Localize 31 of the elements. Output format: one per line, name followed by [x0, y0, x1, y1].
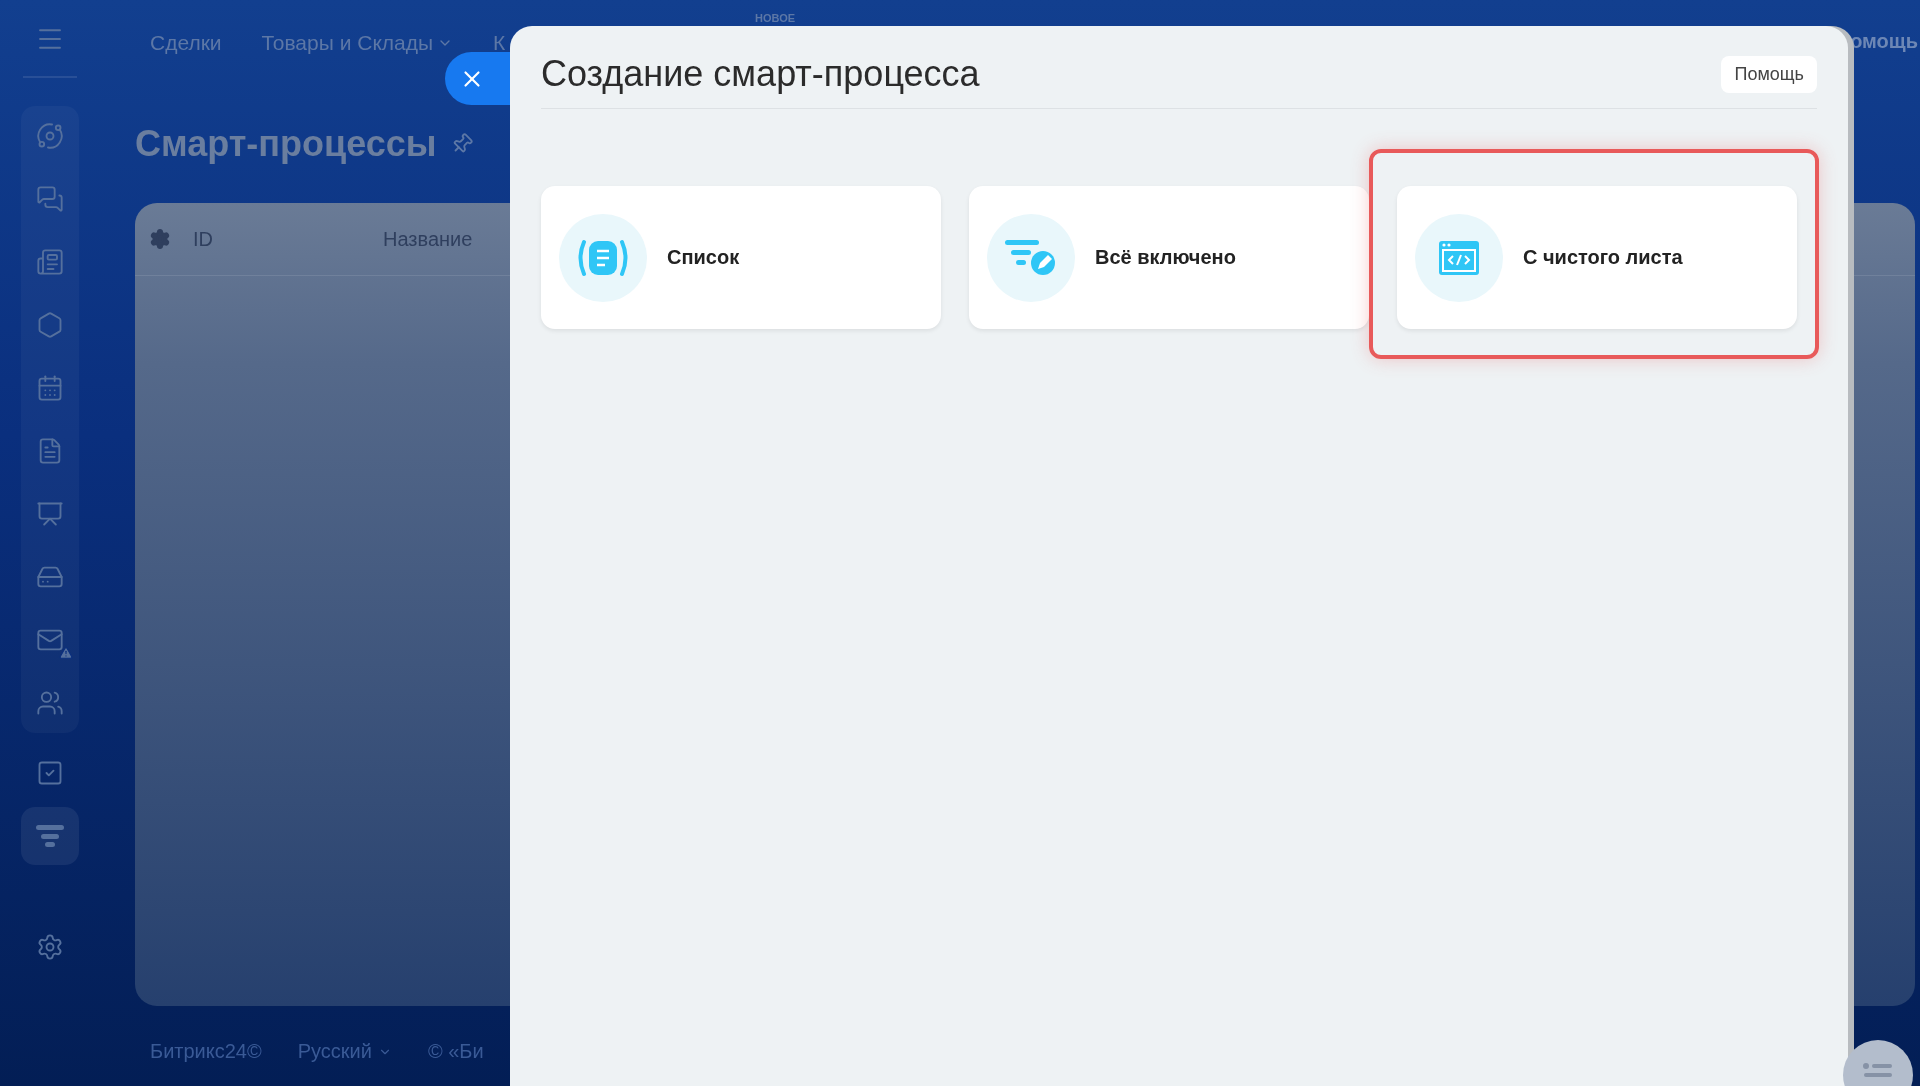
- nav-item[interactable]: К: [493, 30, 506, 55]
- column-header: Название: [383, 227, 474, 251]
- close-button[interactable]: [445, 52, 510, 105]
- presentation-icon: [36, 500, 64, 528]
- option-card[interactable]: Список: [541, 186, 941, 329]
- footer-link[interactable]: Русский: [297, 1040, 392, 1063]
- chat-icon: [36, 185, 64, 213]
- help-button[interactable]: Помощь: [1721, 55, 1817, 93]
- users-icon: [36, 689, 64, 717]
- nav-item[interactable]: Товары и Склады: [261, 30, 454, 55]
- nav-item[interactable]: Сделки: [150, 30, 222, 55]
- calendar-icon: [36, 374, 64, 402]
- page-title: Смарт-процессы: [135, 123, 437, 165]
- help-link[interactable]: омощь: [1850, 30, 1918, 53]
- option-card[interactable]: Всё включено: [969, 186, 1369, 329]
- column-header: ID: [193, 227, 214, 251]
- settings-icon: [36, 933, 64, 961]
- option-card[interactable]: С чистого листа: [1397, 186, 1797, 329]
- panel-title: Создание смарт-процесса: [541, 52, 980, 95]
- settings-icon[interactable]: [149, 228, 171, 250]
- orbit-icon: [36, 122, 64, 150]
- code-window-icon: [1437, 238, 1481, 277]
- hexagon-icon: [36, 311, 64, 339]
- sidebar-item[interactable]: [21, 807, 79, 865]
- checkbox-icon: [36, 759, 64, 787]
- footer-link[interactable]: Битрикс24©: [150, 1040, 262, 1063]
- news-icon: [36, 248, 64, 276]
- new-label: НОВОЕ: [755, 12, 796, 24]
- filter-icon: [35, 823, 65, 849]
- footer-link[interactable]: © «Би: [427, 1040, 484, 1063]
- warning-icon: [59, 646, 73, 660]
